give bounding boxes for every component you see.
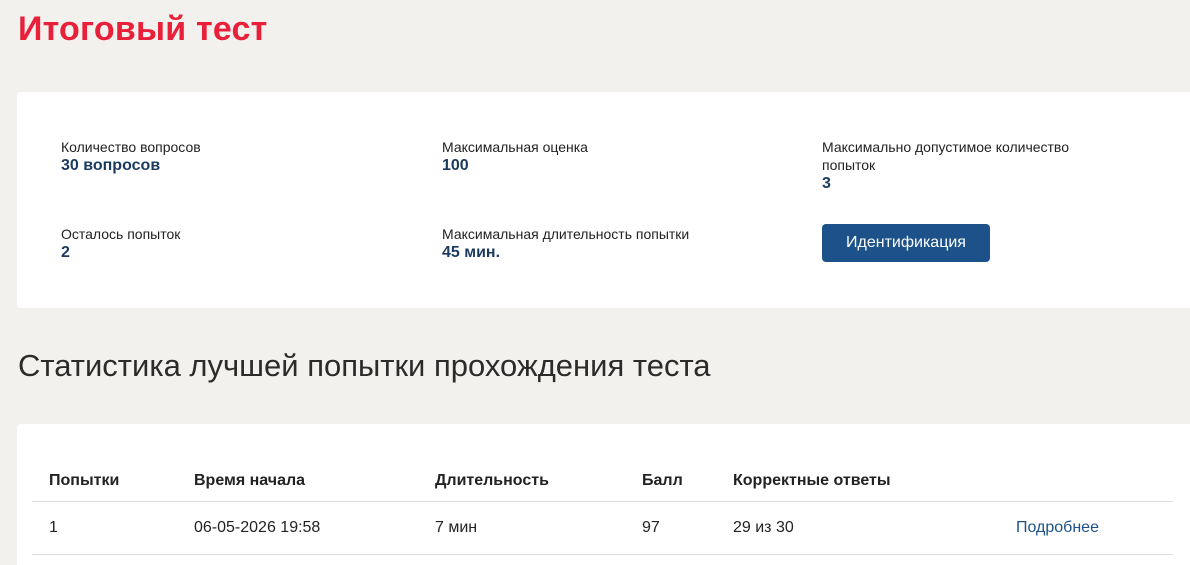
stats-section-title: Статистика лучшей попытки прохождения те… bbox=[18, 348, 711, 383]
duration-cell: 7 мин bbox=[418, 501, 625, 555]
start-time-cell: 06-05-2026 19:58 bbox=[177, 501, 418, 555]
max-duration-label: Максимальная длительность попытки bbox=[442, 226, 690, 242]
max-attempts-value: 3 bbox=[822, 175, 831, 192]
table-header-row: Попытки Время начала Длительность Балл К… bbox=[32, 460, 1173, 502]
details-cell: Подробнее bbox=[999, 501, 1173, 555]
max-duration-info: Максимальная длительность попытки 45 мин… bbox=[442, 225, 689, 263]
column-header-start-time: Время начала bbox=[177, 460, 418, 502]
column-header-correct: Корректные ответы bbox=[716, 460, 999, 502]
test-info-card: Количество вопросов 30 вопросов Максимал… bbox=[17, 92, 1190, 308]
max-duration-value: 45 мин. bbox=[442, 244, 501, 261]
column-header-duration: Длительность bbox=[418, 460, 625, 502]
page-title: Итоговый тест bbox=[18, 10, 268, 48]
max-score-label: Максимальная оценка bbox=[442, 139, 588, 155]
column-header-score: Балл bbox=[625, 460, 716, 502]
questions-count-value: 30 вопросов bbox=[61, 157, 161, 174]
stats-table: Попытки Время начала Длительность Балл К… bbox=[32, 460, 1173, 555]
details-link[interactable]: Подробнее bbox=[1016, 519, 1099, 536]
table-row: 1 06-05-2026 19:58 7 мин 97 29 из 30 Под… bbox=[32, 501, 1173, 555]
questions-count-info: Количество вопросов 30 вопросов bbox=[61, 138, 201, 176]
stats-card: Попытки Время начала Длительность Балл К… bbox=[17, 424, 1190, 565]
max-score-info: Максимальная оценка 100 bbox=[442, 138, 588, 176]
column-header-actions bbox=[999, 460, 1173, 502]
attempts-left-label: Осталось попыток bbox=[61, 226, 181, 242]
identification-button[interactable]: Идентификация bbox=[822, 224, 990, 262]
column-header-attempts: Попытки bbox=[32, 460, 177, 502]
max-attempts-label: Максимально допустимое количество попыто… bbox=[822, 139, 1069, 173]
attempts-left-info: Осталось попыток 2 bbox=[61, 225, 180, 263]
correct-answers-cell: 29 из 30 bbox=[716, 501, 999, 555]
attempts-left-value: 2 bbox=[61, 244, 70, 261]
max-score-value: 100 bbox=[442, 157, 469, 174]
score-cell: 97 bbox=[625, 501, 716, 555]
attempt-number-cell: 1 bbox=[32, 501, 177, 555]
max-attempts-info: Максимально допустимое количество попыто… bbox=[822, 138, 1122, 194]
questions-count-label: Количество вопросов bbox=[61, 139, 201, 155]
